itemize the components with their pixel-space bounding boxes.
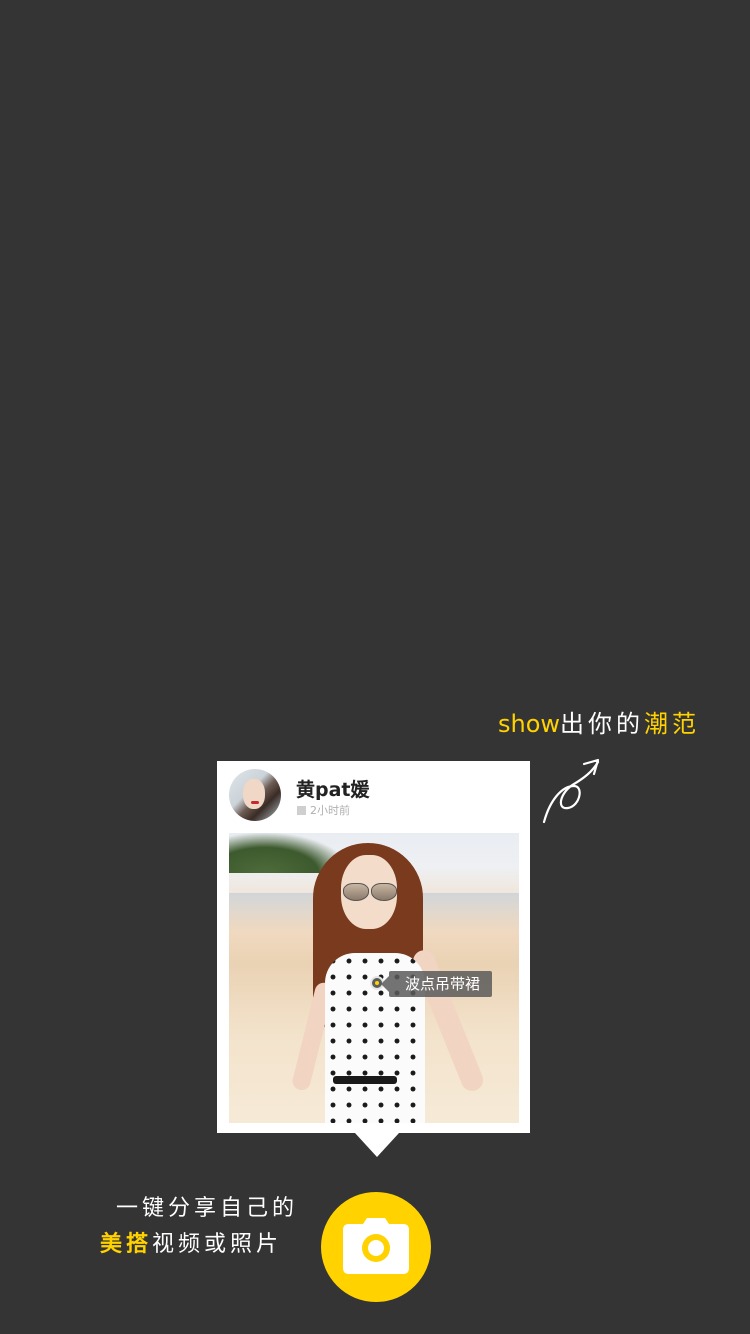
clock-icon (297, 805, 306, 815)
tagline-middle: 出你的 (560, 710, 645, 738)
product-tag[interactable]: 波点吊带裙 (380, 971, 493, 997)
post-time: 2小时前 (297, 802, 350, 818)
caption-line2: 美搭视频或照片 (100, 1226, 282, 1258)
caption-line1: 一键分享自己的 (116, 1196, 299, 1221)
username[interactable]: 黄pat媛 (296, 775, 370, 802)
caption-rest: 视频或照片 (152, 1232, 283, 1257)
post-card[interactable]: 黄pat媛 2小时前 波点吊带裙 (217, 761, 530, 1133)
post-photo[interactable]: 波点吊带裙 (229, 833, 519, 1123)
camera-button[interactable] (321, 1192, 431, 1302)
tagline: show出你的潮范 (498, 704, 700, 739)
tagline-lead: show (498, 710, 561, 738)
card-pointer (355, 1133, 399, 1157)
post-time-label: 2小时前 (310, 804, 350, 817)
avatar[interactable] (229, 769, 281, 821)
caption-highlight: 美搭 (100, 1232, 153, 1257)
tagline-highlight: 潮范 (644, 710, 701, 738)
curly-arrow-icon (542, 758, 600, 824)
camera-icon (343, 1218, 409, 1274)
